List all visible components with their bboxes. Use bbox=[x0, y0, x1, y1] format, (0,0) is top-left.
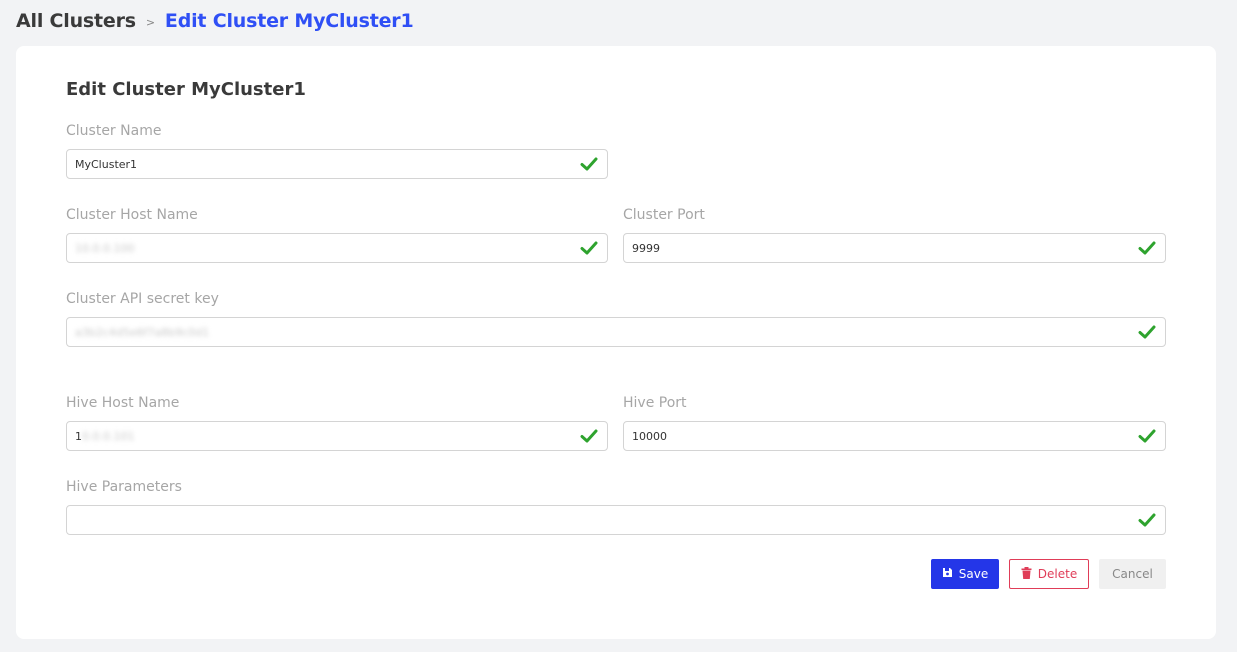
hive-host-value: 1 bbox=[75, 429, 82, 443]
hive-params-field: Hive Parameters bbox=[66, 479, 1166, 535]
check-icon bbox=[1138, 324, 1156, 340]
delete-button-label: Delete bbox=[1037, 567, 1078, 581]
cancel-button-label: Cancel bbox=[1112, 567, 1153, 581]
check-icon bbox=[580, 428, 598, 444]
cluster-host-label: Cluster Host Name bbox=[66, 207, 198, 223]
cluster-port-field: Cluster Port bbox=[623, 207, 1166, 263]
check-icon bbox=[1138, 512, 1156, 528]
delete-button[interactable]: Delete bbox=[1009, 559, 1089, 589]
cluster-secret-field: Cluster API secret key bbox=[66, 291, 1166, 347]
trash-icon bbox=[1021, 566, 1032, 582]
hive-host-label: Hive Host Name bbox=[66, 395, 180, 411]
check-icon bbox=[1138, 240, 1156, 256]
cancel-button[interactable]: Cancel bbox=[1099, 559, 1166, 589]
floppy-disk-icon bbox=[942, 567, 953, 581]
hive-params-label: Hive Parameters bbox=[66, 479, 182, 495]
save-button-label: Save bbox=[958, 567, 989, 581]
hive-port-field: Hive Port bbox=[623, 395, 1166, 451]
breadcrumb: All Clusters > Edit Cluster MyCluster1 bbox=[16, 10, 414, 32]
form-actions: Save Delete Cancel bbox=[931, 559, 1166, 589]
cluster-secret-input[interactable] bbox=[67, 318, 1165, 346]
page-title: Edit Cluster MyCluster1 bbox=[66, 79, 306, 100]
cluster-port-label: Cluster Port bbox=[623, 207, 705, 223]
breadcrumb-current: Edit Cluster MyCluster1 bbox=[164, 10, 414, 32]
cluster-name-label: Cluster Name bbox=[66, 123, 162, 139]
hive-host-input[interactable]: 1 0.0.0.101 bbox=[75, 422, 134, 450]
check-icon bbox=[580, 156, 598, 172]
cluster-host-input[interactable] bbox=[67, 234, 607, 262]
cluster-port-input[interactable] bbox=[624, 234, 1165, 262]
breadcrumb-all-clusters-link[interactable]: All Clusters bbox=[16, 10, 136, 32]
hive-port-input[interactable] bbox=[624, 422, 1165, 450]
check-icon bbox=[1138, 428, 1156, 444]
cluster-host-field: Cluster Host Name bbox=[66, 207, 608, 263]
cluster-name-input[interactable] bbox=[67, 150, 607, 178]
hive-host-field: Hive Host Name 1 0.0.0.101 bbox=[66, 395, 608, 451]
cluster-secret-label: Cluster API secret key bbox=[66, 291, 219, 307]
breadcrumb-separator: > bbox=[145, 16, 155, 29]
cluster-name-field: Cluster Name bbox=[66, 123, 608, 179]
save-button[interactable]: Save bbox=[931, 559, 999, 589]
hive-params-input[interactable] bbox=[67, 506, 1165, 534]
hive-port-label: Hive Port bbox=[623, 395, 687, 411]
check-icon bbox=[580, 240, 598, 256]
hive-host-value-blurred: 0.0.0.101 bbox=[82, 429, 135, 443]
edit-cluster-card: Edit Cluster MyCluster1 Cluster Name Clu… bbox=[16, 46, 1216, 639]
